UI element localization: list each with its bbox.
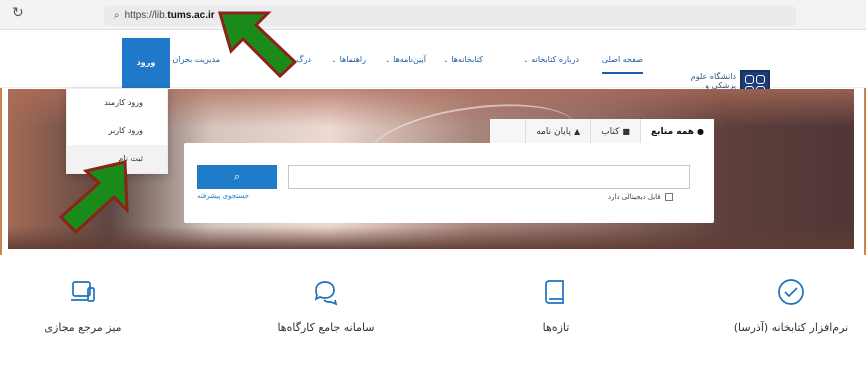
feature-workshops[interactable]: سامانه جامع کارگاه‌ها bbox=[251, 277, 401, 334]
search-button[interactable]: ⌕ bbox=[197, 165, 277, 189]
nav-crisis-management[interactable]: مدیریت بحران⌄ bbox=[164, 55, 220, 64]
tab-all-resources[interactable]: ●همه منابع bbox=[639, 119, 714, 145]
browser-toolbar: ↻ ⌕ https://lib.tums.ac.ir bbox=[0, 0, 866, 30]
nav-partial[interactable]: درگ bbox=[296, 55, 311, 64]
chat-icon bbox=[311, 277, 341, 307]
login-menu-button[interactable]: ورود bbox=[122, 38, 170, 88]
nav-guides[interactable]: راهنماها⌄ bbox=[332, 55, 366, 64]
feature-label: نرم‌افزار کتابخانه (آذرسا) bbox=[733, 321, 849, 334]
book-icon: ■ bbox=[622, 127, 630, 136]
tab-theses[interactable]: ▲پایان نامه bbox=[525, 119, 590, 145]
resource-icon: ● bbox=[697, 127, 704, 136]
feature-label: میز مرجع مجازی bbox=[44, 321, 122, 334]
digital-file-filter[interactable]: فایل دیجیتالی دارد bbox=[608, 193, 673, 201]
url-domain: tums.ac.ir bbox=[167, 10, 215, 21]
book-icon bbox=[541, 277, 571, 307]
advanced-search-link[interactable]: جستجوی پیشرفته bbox=[197, 192, 249, 200]
tab-books[interactable]: ■کتاب bbox=[590, 119, 640, 145]
reload-icon[interactable]: ↻ bbox=[12, 5, 24, 21]
nav-regulations[interactable]: آیین‌نامه‌ها⌄ bbox=[385, 55, 426, 64]
feature-virtual-reference[interactable]: میز مرجع مجازی bbox=[8, 277, 158, 334]
feature-section: میز مرجع مجازی سامانه جامع کارگاه‌ها تاز… bbox=[0, 255, 866, 384]
check-circle-icon bbox=[776, 277, 806, 307]
feature-new-items[interactable]: تازه‌ها bbox=[481, 277, 631, 334]
search-input[interactable] bbox=[288, 165, 690, 189]
feature-label: تازه‌ها bbox=[542, 321, 570, 334]
search-icon: ⌕ bbox=[114, 10, 120, 21]
chevron-down-icon: ⌄ bbox=[385, 57, 391, 64]
search-icon: ⌕ bbox=[233, 170, 241, 183]
address-bar[interactable]: ⌕ https://lib.tums.ac.ir bbox=[104, 6, 796, 26]
feature-label: سامانه جامع کارگاه‌ها bbox=[277, 321, 375, 334]
staff-login-item[interactable]: ورود کارمند bbox=[67, 89, 167, 117]
chevron-down-icon: ⌄ bbox=[331, 57, 337, 64]
nav-libraries[interactable]: کتابخانه‌ها⌄ bbox=[443, 55, 483, 64]
devices-icon bbox=[68, 277, 98, 307]
login-dropdown: ورود کارمند ورود کاربر ثبت نام bbox=[66, 88, 168, 174]
search-tabs: ●همه منابع ■کتاب ▲پایان نامه bbox=[490, 119, 714, 145]
user-login-item[interactable]: ورود کاربر bbox=[67, 117, 167, 145]
url-prefix: https://lib. bbox=[124, 10, 168, 21]
chevron-down-icon: ⌄ bbox=[523, 57, 529, 64]
nav-home[interactable]: صفحه اصلی bbox=[601, 55, 643, 74]
feature-library-software[interactable]: نرم‌افزار کتابخانه (آذرسا) bbox=[716, 277, 866, 334]
digital-file-checkbox[interactable] bbox=[664, 193, 673, 201]
chevron-down-icon: ⌄ bbox=[443, 57, 449, 64]
register-item[interactable]: ثبت نام bbox=[67, 145, 167, 173]
nav-about-library[interactable]: درباره کتابخانه⌄ bbox=[523, 55, 579, 64]
graduation-cap-icon: ▲ bbox=[574, 127, 581, 136]
